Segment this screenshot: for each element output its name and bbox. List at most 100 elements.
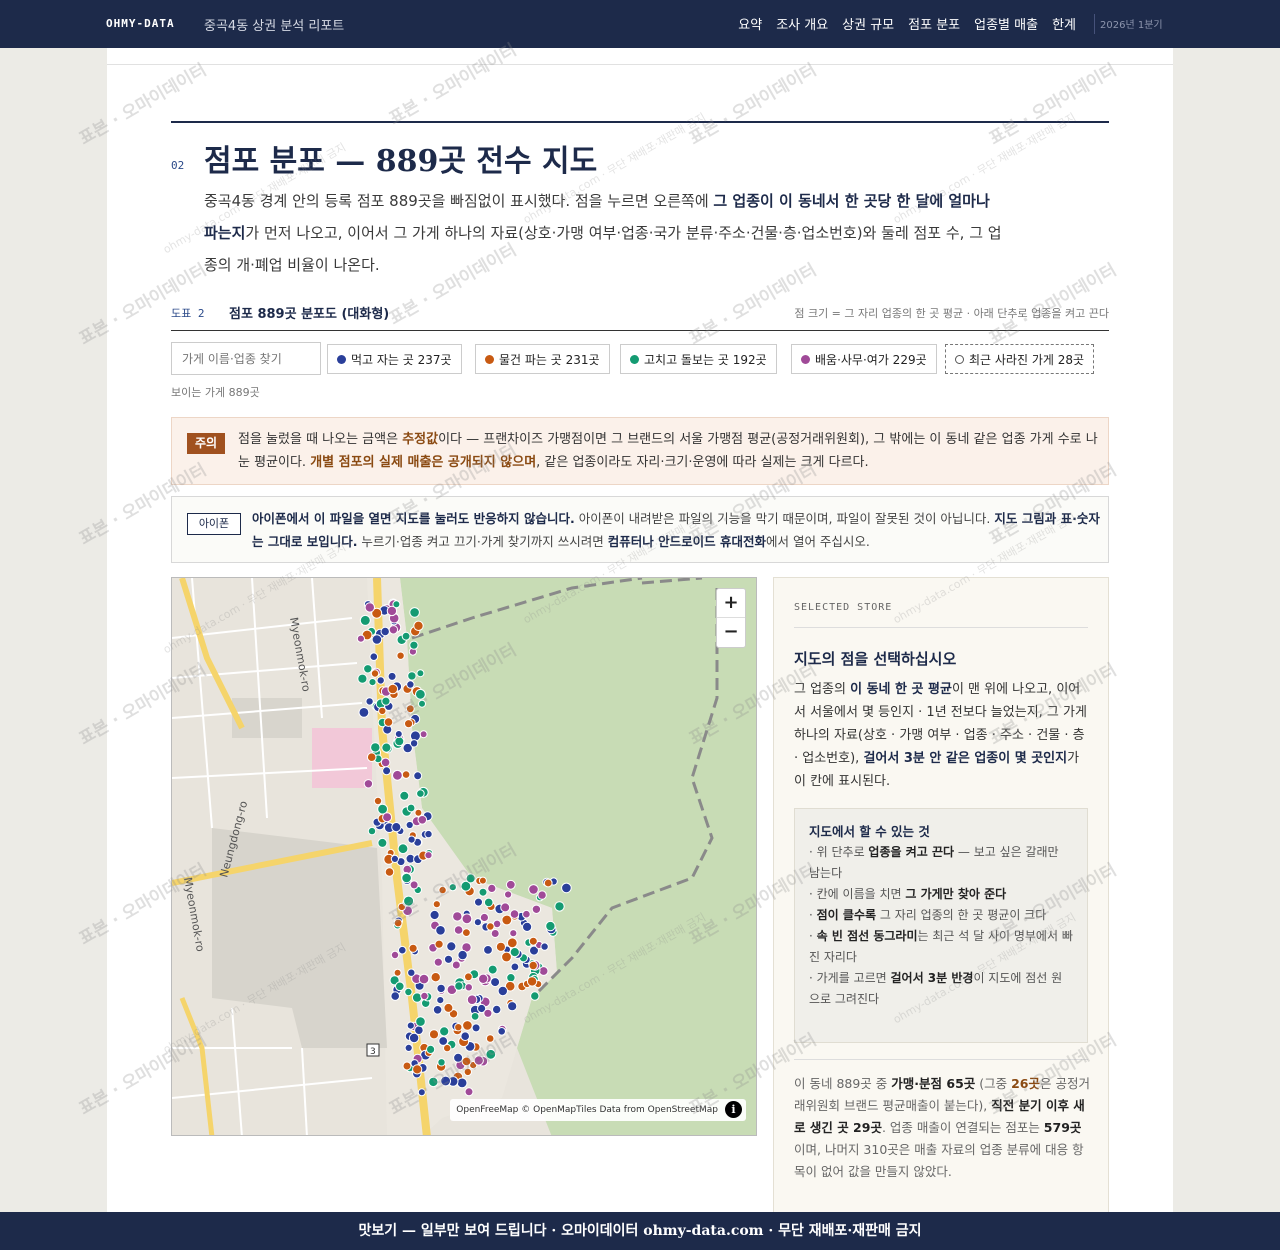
store-marker[interactable] (392, 600, 401, 609)
store-marker[interactable] (452, 911, 463, 922)
store-marker[interactable] (390, 950, 400, 960)
store-marker[interactable] (371, 634, 383, 645)
store-marker[interactable] (454, 1023, 463, 1032)
filter-chip-closed-stores[interactable]: 최근 사라진 가게 28곳 (945, 344, 1095, 374)
store-marker[interactable] (435, 925, 446, 936)
store-marker[interactable] (359, 614, 371, 626)
store-marker[interactable] (457, 949, 468, 961)
store-marker[interactable] (464, 972, 473, 982)
store-search-input[interactable] (171, 342, 321, 375)
store-marker[interactable] (369, 652, 379, 661)
store-marker[interactable] (418, 973, 430, 985)
store-marker[interactable] (414, 808, 423, 817)
store-marker[interactable] (432, 900, 441, 909)
store-marker[interactable] (382, 766, 392, 776)
store-marker[interactable] (416, 669, 425, 678)
store-marker[interactable] (522, 909, 531, 919)
store-marker[interactable] (417, 1088, 426, 1097)
store-marker[interactable] (396, 651, 405, 660)
zoom-out-button[interactable]: − (717, 618, 745, 647)
store-marker[interactable] (433, 957, 443, 967)
store-marker[interactable] (474, 897, 483, 907)
store-marker[interactable] (490, 977, 501, 988)
store-marker[interactable] (443, 1002, 454, 1013)
store-marker[interactable] (416, 789, 425, 798)
store-marker[interactable] (528, 960, 538, 971)
store-marker[interactable] (419, 730, 428, 739)
store-marker[interactable] (409, 640, 419, 650)
store-marker[interactable] (495, 941, 506, 952)
store-marker[interactable] (404, 1043, 413, 1052)
store-marker[interactable] (462, 1020, 473, 1031)
store-marker[interactable] (363, 664, 373, 674)
store-marker[interactable] (485, 1048, 497, 1060)
store-marker[interactable] (363, 779, 374, 789)
store-marker[interactable] (377, 837, 388, 848)
store-marker[interactable] (357, 673, 368, 684)
store-marker[interactable] (497, 1027, 507, 1036)
store-marker[interactable] (466, 994, 478, 1006)
store-marker[interactable] (545, 920, 556, 932)
store-marker[interactable] (407, 968, 416, 977)
store-marker[interactable] (384, 867, 395, 877)
store-marker[interactable] (424, 829, 433, 839)
store-marker[interactable] (383, 717, 394, 727)
store-marker[interactable] (430, 972, 441, 983)
store-marker[interactable] (406, 803, 416, 813)
store-marker[interactable] (443, 954, 454, 964)
store-marker[interactable] (409, 607, 420, 618)
store-marker[interactable] (418, 699, 426, 708)
store-marker[interactable] (478, 876, 487, 885)
store-marker[interactable] (406, 680, 415, 689)
store-marker[interactable] (465, 873, 476, 884)
store-marker[interactable] (487, 883, 497, 893)
store-marker[interactable] (526, 976, 538, 987)
store-marker[interactable] (428, 1076, 439, 1088)
store-marker[interactable] (401, 770, 411, 779)
store-marker[interactable] (461, 913, 473, 925)
store-marker[interactable] (428, 1029, 440, 1040)
store-marker[interactable] (501, 914, 513, 926)
filter-chip-service[interactable]: 고치고 돌보는 곳 192곳 (620, 344, 777, 374)
nav-link-overview[interactable]: 조사 개요 (776, 14, 828, 33)
zoom-in-button[interactable]: + (717, 589, 745, 618)
map-canvas[interactable]: Myeonmok-ro Neungdong-ro Myeonmok-ro 3 (172, 578, 757, 1136)
store-marker[interactable] (394, 736, 405, 747)
store-marker[interactable] (506, 973, 516, 983)
store-marker[interactable] (391, 822, 402, 833)
store-marker[interactable] (405, 820, 414, 830)
store-marker[interactable] (424, 851, 433, 860)
store-marker[interactable] (393, 968, 402, 977)
store-marker[interactable] (392, 769, 403, 781)
store-marker[interactable] (506, 937, 518, 949)
store-marker[interactable] (412, 1064, 423, 1075)
store-marker[interactable] (401, 872, 412, 884)
store-marker[interactable] (446, 941, 457, 952)
store-marker[interactable] (407, 671, 417, 681)
info-icon[interactable]: i (725, 1101, 742, 1118)
store-marker[interactable] (537, 890, 547, 900)
filter-chip-office-leisure[interactable]: 배움·사무·여가 229곳 (791, 344, 937, 374)
store-marker[interactable] (463, 1067, 472, 1077)
store-marker[interactable] (451, 960, 461, 970)
store-marker[interactable] (429, 909, 440, 921)
store-marker[interactable] (509, 929, 518, 938)
store-marker[interactable] (448, 883, 457, 892)
store-marker[interactable] (538, 966, 549, 976)
store-marker[interactable] (381, 696, 391, 706)
store-marker[interactable] (478, 973, 489, 984)
filter-chip-retail[interactable]: 물건 파는 곳 231곳 (475, 344, 610, 374)
store-marker[interactable] (486, 922, 495, 931)
store-marker[interactable] (492, 1004, 502, 1015)
store-marker[interactable] (420, 991, 429, 1001)
store-marker[interactable] (417, 815, 428, 825)
store-marker[interactable] (411, 992, 423, 1003)
store-marker[interactable] (415, 1016, 426, 1027)
store-marker[interactable] (381, 742, 392, 753)
store-marker[interactable] (497, 985, 508, 997)
store-marker[interactable] (358, 707, 370, 718)
store-marker[interactable] (380, 757, 391, 768)
store-marker[interactable] (456, 1077, 468, 1089)
nav-link-summary[interactable]: 요약 (738, 14, 762, 33)
store-marker[interactable] (408, 943, 418, 953)
